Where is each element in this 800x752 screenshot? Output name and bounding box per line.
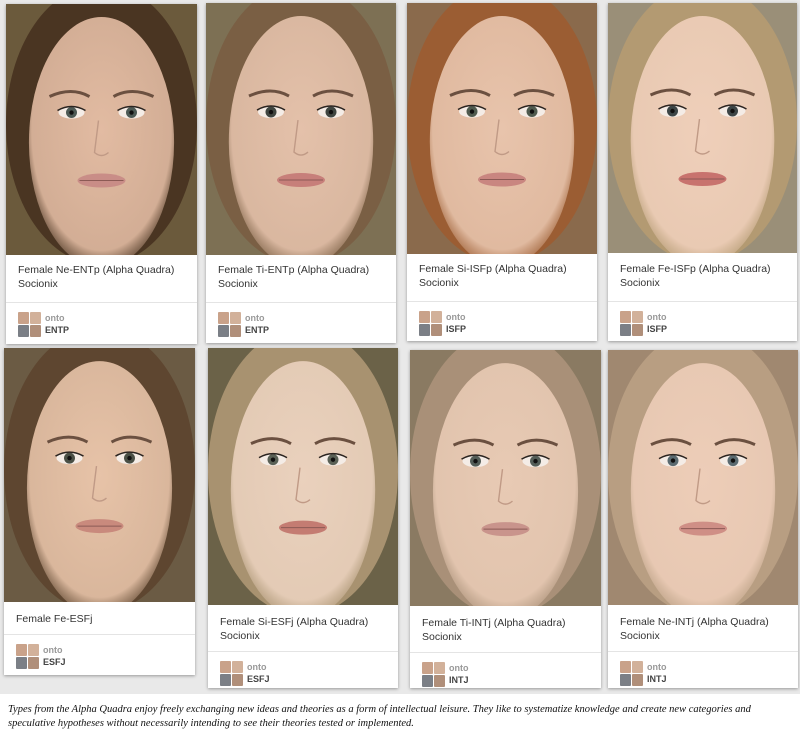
pinner-avatar[interactable] [16,644,40,670]
board-name[interactable]: INTJ [647,674,667,684]
pinner-name[interactable]: onto [43,645,63,655]
board-name[interactable]: ENTP [45,325,69,335]
pin-divider [410,652,601,653]
user-thumbnail-icon [419,311,430,323]
board-name[interactable]: ENTP [245,325,269,335]
pin-description[interactable]: Female Ne-ENTp (Alpha Quadra) Socionix [6,263,197,291]
user-thumbnail-icon [220,661,231,673]
board-name[interactable]: ESFJ [247,674,270,684]
pinner-name[interactable]: onto [247,662,267,672]
pin-card[interactable]: Female Fe-ISFp (Alpha Quadra) Socionix o… [608,3,797,341]
board-name[interactable]: ISFP [446,324,466,334]
pin-description[interactable]: Female Fe-ESFj [4,612,195,626]
user-thumbnail-icon [431,324,442,336]
pinner-avatar[interactable] [220,661,244,687]
user-thumbnail-icon [28,644,39,656]
pinner-avatar[interactable] [620,311,644,337]
pinner-avatar[interactable] [18,312,42,338]
pin-card[interactable]: Female Fe-ESFj onto ESFJ [4,348,195,675]
pin-description[interactable]: Female Ne-INTj (Alpha Quadra) Socionix [608,615,798,643]
pin-card[interactable]: Female Ne-INTj (Alpha Quadra) Socionix o… [608,350,798,688]
pin-divider [206,302,396,303]
user-thumbnail-icon [230,325,241,337]
pin-divider [608,651,798,652]
board-name[interactable]: ESFJ [43,657,66,667]
pin-description[interactable]: Female Ti-INTj (Alpha Quadra) Socionix [410,616,601,644]
user-thumbnail-icon [620,311,631,323]
user-thumbnail-icon [422,675,433,687]
pinner-name[interactable]: onto [647,662,667,672]
pin-photo[interactable] [208,348,398,605]
pin-photo[interactable] [407,3,597,254]
user-thumbnail-icon [218,312,229,324]
pin-divider [6,302,197,303]
user-thumbnail-icon [419,324,430,336]
user-thumbnail-icon [422,662,433,674]
user-thumbnail-icon [18,312,29,324]
user-thumbnail-icon [434,675,445,687]
pinner-name[interactable]: onto [45,313,65,323]
user-thumbnail-icon [620,661,631,673]
pin-divider [608,301,797,302]
user-thumbnail-icon [434,662,445,674]
pin-divider [4,634,195,635]
user-thumbnail-icon [16,657,27,669]
pin-card[interactable]: Female Si-ESFj (Alpha Quadra) Socionix o… [208,348,398,688]
pin-photo[interactable] [206,3,396,255]
board-name[interactable]: INTJ [449,675,469,685]
pin-card[interactable]: Female Si-ISFp (Alpha Quadra) Socionix o… [407,3,597,341]
pinner-name[interactable]: onto [446,312,466,322]
pinner-avatar[interactable] [422,662,446,688]
pinner-avatar[interactable] [218,312,242,338]
user-thumbnail-icon [632,324,643,336]
pin-card[interactable]: Female Ti-INTj (Alpha Quadra) Socionix o… [410,350,601,688]
pin-description[interactable]: Female Fe-ISFp (Alpha Quadra) Socionix [608,262,797,290]
user-thumbnail-icon [30,325,41,337]
user-thumbnail-icon [232,661,243,673]
pinner-name[interactable]: onto [449,663,469,673]
pin-divider [208,651,398,652]
pin-photo[interactable] [608,350,798,605]
pin-description[interactable]: Female Si-ESFj (Alpha Quadra) Socionix [208,615,398,643]
user-thumbnail-icon [632,311,643,323]
user-thumbnail-icon [218,325,229,337]
user-thumbnail-icon [30,312,41,324]
user-thumbnail-icon [16,644,27,656]
user-thumbnail-icon [230,312,241,324]
pin-card[interactable]: Female Ti-ENTp (Alpha Quadra) Socionix o… [206,3,396,343]
pinner-name[interactable]: onto [647,312,667,322]
user-thumbnail-icon [431,311,442,323]
pin-divider [407,301,597,302]
user-thumbnail-icon [632,674,643,686]
pinner-name[interactable]: onto [245,313,265,323]
pin-photo[interactable] [410,350,601,606]
user-thumbnail-icon [18,325,29,337]
pin-photo[interactable] [4,348,195,602]
pinner-avatar[interactable] [620,661,644,687]
pin-description[interactable]: Female Ti-ENTp (Alpha Quadra) Socionix [206,263,396,291]
user-thumbnail-icon [220,674,231,686]
pinner-avatar[interactable] [419,311,443,337]
pin-photo[interactable] [6,4,197,255]
user-thumbnail-icon [620,324,631,336]
user-thumbnail-icon [28,657,39,669]
pin-description[interactable]: Female Si-ISFp (Alpha Quadra) Socionix [407,262,597,290]
user-thumbnail-icon [632,661,643,673]
pin-photo[interactable] [608,3,797,253]
board-name[interactable]: ISFP [647,324,667,334]
pin-card[interactable]: Female Ne-ENTp (Alpha Quadra) Socionix o… [6,4,197,344]
user-thumbnail-icon [232,674,243,686]
caption-text: Types from the Alpha Quadra enjoy freely… [8,704,751,729]
user-thumbnail-icon [620,674,631,686]
